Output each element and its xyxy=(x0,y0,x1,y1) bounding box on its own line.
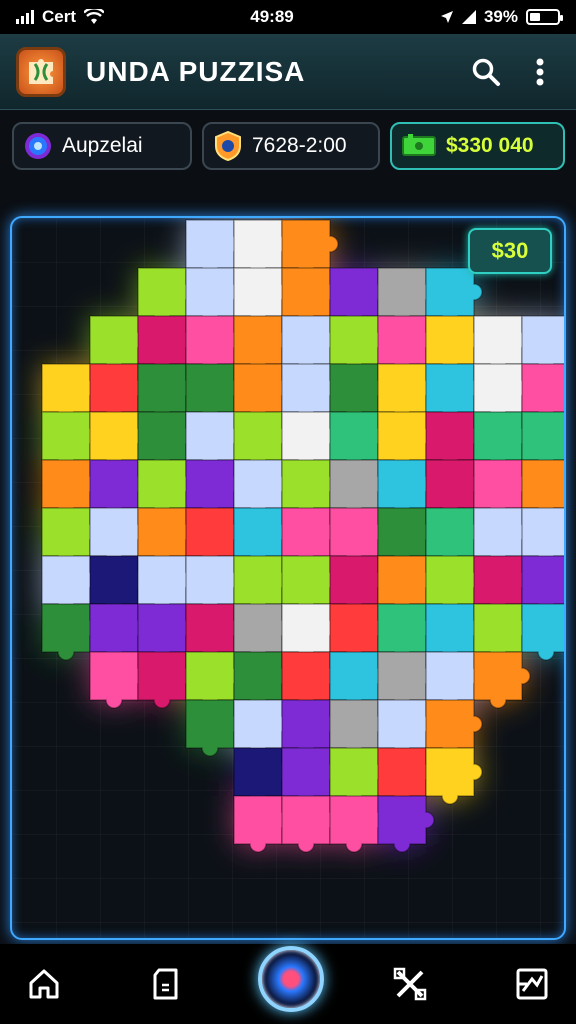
puzzle-piece[interactable] xyxy=(425,747,483,805)
battery-percent: 39% xyxy=(483,7,518,26)
puzzle-piece[interactable] xyxy=(377,795,435,853)
avatar-icon xyxy=(25,133,51,159)
puzzle-piece[interactable] xyxy=(521,603,564,661)
wifi-icon xyxy=(84,9,105,24)
play-icon[interactable] xyxy=(258,946,324,1012)
cell-signal-icon xyxy=(461,10,476,24)
user-chip[interactable]: Aupzelai xyxy=(12,122,192,170)
shuffle-icon[interactable] xyxy=(386,960,434,1008)
carrier-label: Cert xyxy=(42,7,77,26)
status-bar: Cert 49:89 39% xyxy=(0,0,576,34)
status-right: 39% xyxy=(440,7,563,27)
signal-icon xyxy=(16,10,34,24)
location-icon xyxy=(440,11,453,23)
puzzle-logo-icon xyxy=(16,46,66,97)
shield-timer-icon xyxy=(215,131,241,161)
hint-icon[interactable] xyxy=(508,960,556,1008)
search-icon[interactable] xyxy=(466,52,506,92)
reward-badge[interactable]: $30 xyxy=(468,228,552,274)
timer-label: 7628-2:00 xyxy=(252,134,347,157)
more-vert-icon[interactable] xyxy=(520,52,560,92)
app-title: UNDA PUZZISA xyxy=(86,55,306,87)
home-icon[interactable] xyxy=(20,960,68,1008)
app-bar: UNDA PUZZISA xyxy=(0,34,576,110)
puzzle-pieces[interactable] xyxy=(12,218,564,938)
cash-label: $330 040 xyxy=(446,134,534,157)
timer-chip[interactable]: 7628-2:00 xyxy=(202,122,380,170)
status-left: Cert xyxy=(16,7,105,27)
pieces-icon[interactable] xyxy=(142,960,190,1008)
clock: 49:89 xyxy=(250,7,294,26)
bottom-nav xyxy=(0,944,576,1024)
cash-icon xyxy=(402,134,436,156)
cash-chip[interactable]: $330 040 xyxy=(390,122,565,170)
puzzle-board[interactable]: $30 xyxy=(10,216,566,940)
username-label: Aupzelai xyxy=(62,134,143,157)
battery-icon xyxy=(526,9,563,25)
stats-row: Aupzelai 7628-2:00 $330 040 xyxy=(12,122,565,172)
puzzle-piece[interactable] xyxy=(473,651,531,709)
